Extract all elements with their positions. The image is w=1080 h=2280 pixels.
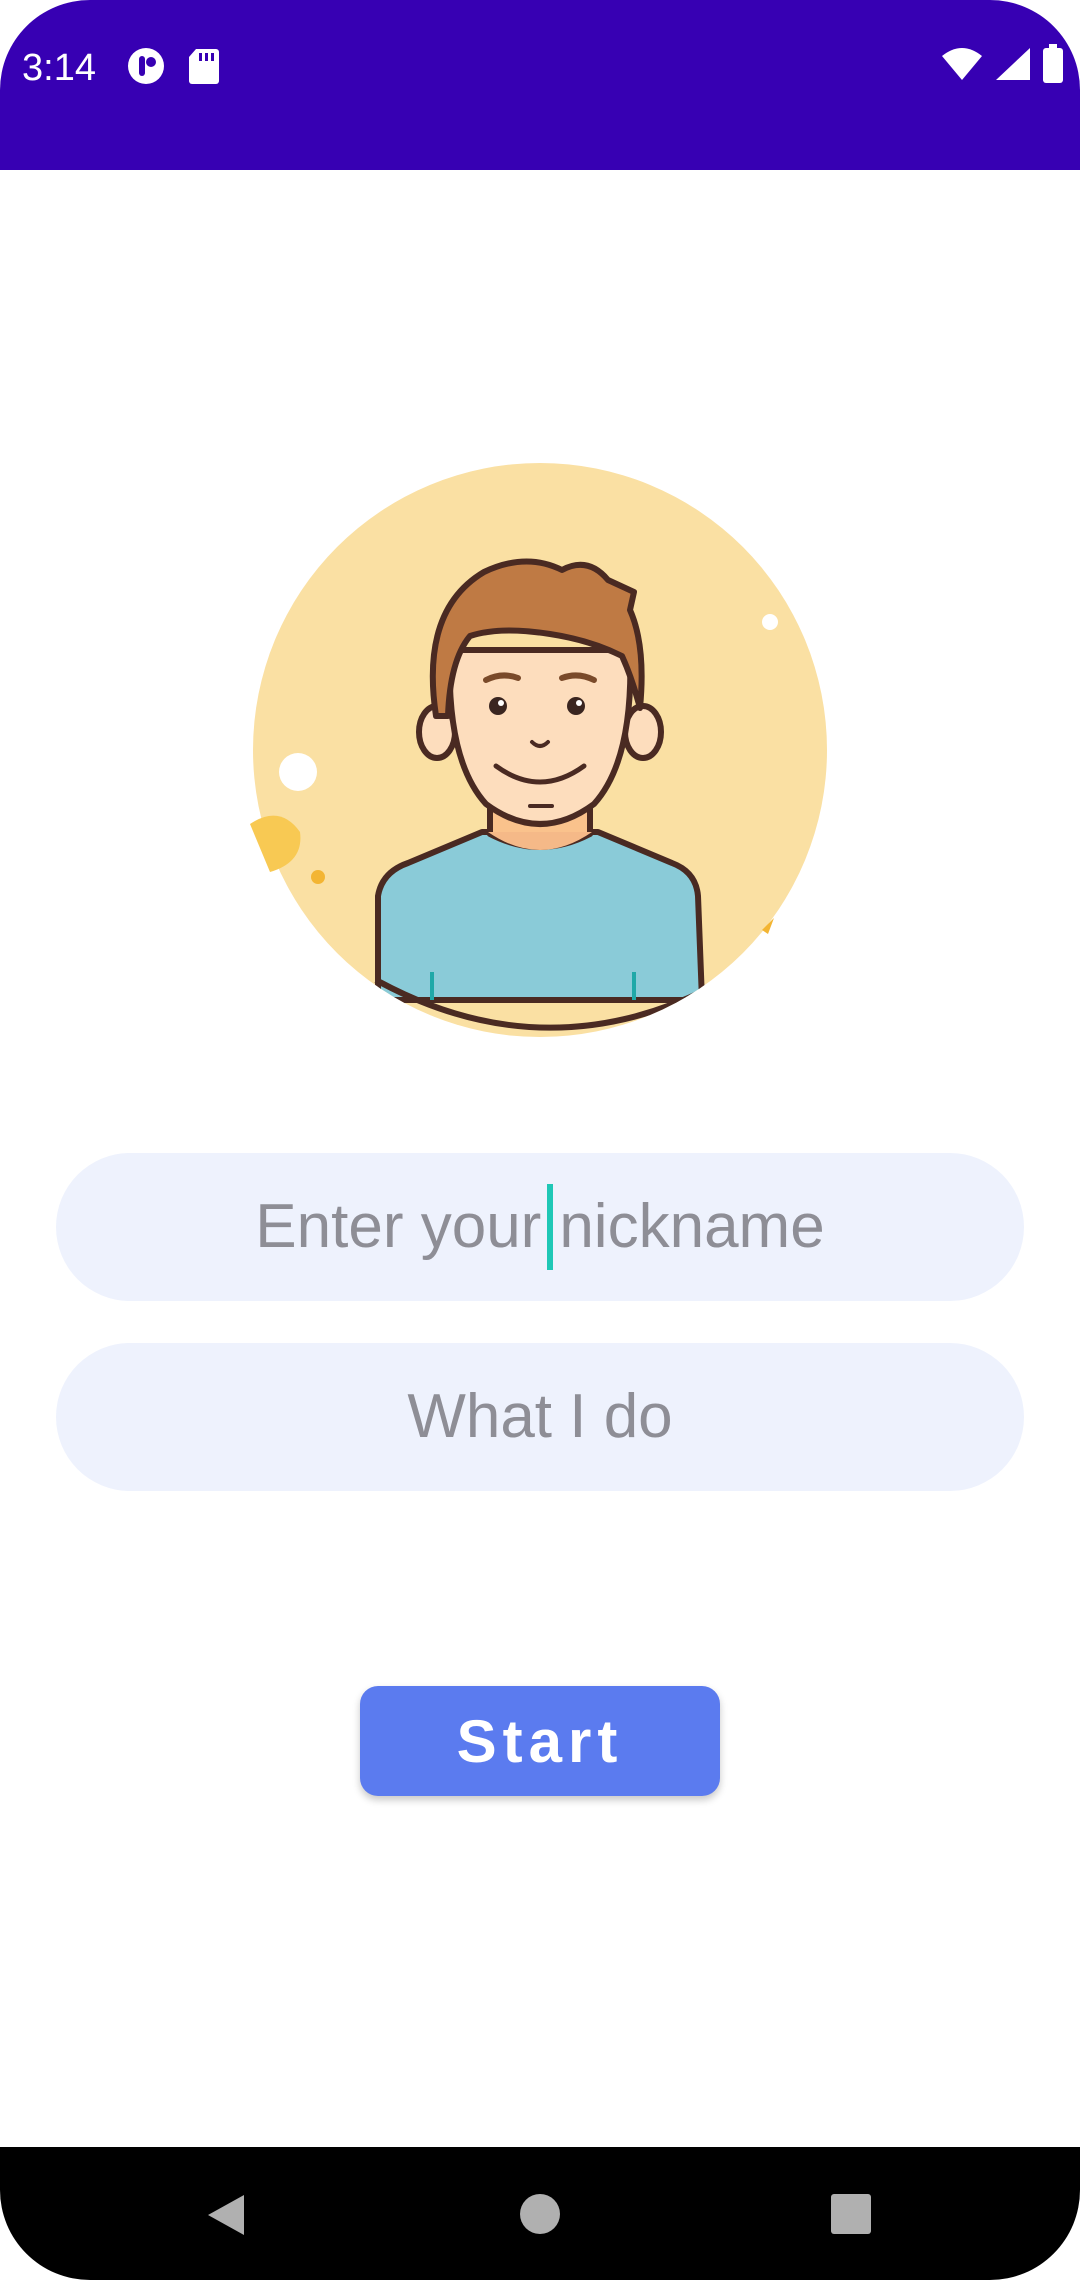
recents-icon[interactable] (830, 2193, 872, 2235)
app-notification-icon (126, 46, 166, 86)
status-bar: 3:14 (0, 0, 1080, 170)
sd-card-icon (188, 47, 220, 85)
status-right-icons (940, 44, 1064, 84)
home-icon[interactable] (519, 2193, 561, 2235)
start-button[interactable]: Start (360, 1686, 720, 1796)
navigation-bar (0, 2147, 1080, 2280)
what-i-do-placeholder: What I do (407, 1382, 673, 1451)
nickname-text-before-cursor: Enter your (255, 1192, 542, 1261)
avatar (250, 460, 830, 1040)
app-screen: 3:14 Enter your nickname What I do Start (0, 0, 1080, 2280)
cell-signal-icon (994, 46, 1032, 82)
nickname-input-text: Enter your nickname (255, 1184, 825, 1270)
nickname-text-after-cursor: nickname (559, 1192, 825, 1261)
wifi-icon (940, 46, 984, 82)
status-time: 3:14 (22, 47, 96, 89)
battery-icon (1042, 44, 1064, 84)
text-cursor (547, 1184, 554, 1270)
what-i-do-input[interactable]: What I do (56, 1343, 1024, 1491)
back-icon[interactable] (204, 2191, 248, 2239)
avatar-illustration-icon (250, 463, 827, 1037)
nickname-input[interactable]: Enter your nickname (56, 1153, 1024, 1301)
status-left-icons (126, 46, 220, 86)
